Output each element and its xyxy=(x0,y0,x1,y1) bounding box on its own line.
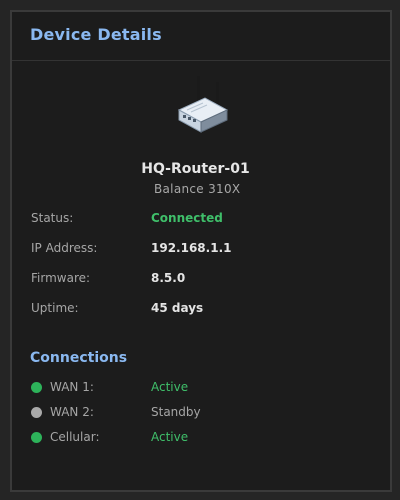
connection-label: Cellular: xyxy=(50,430,100,444)
connections-title: Connections xyxy=(30,350,128,366)
status-dot-icon xyxy=(31,432,42,443)
connection-state: Standby xyxy=(151,405,201,419)
status-label: Status: xyxy=(31,211,74,225)
status-value: Connected xyxy=(151,211,223,225)
ip-address-label: IP Address: xyxy=(31,241,98,255)
uptime-label: Uptime: xyxy=(31,301,79,315)
status-dot-icon xyxy=(31,382,42,393)
connection-label: WAN 1: xyxy=(50,380,94,394)
firmware-value: 8.5.0 xyxy=(151,271,186,285)
device-details-panel: Device Details HQ-Router-01 Balance 310X… xyxy=(10,10,392,492)
firmware-label: Firmware: xyxy=(31,271,91,285)
status-dot-icon xyxy=(31,407,42,418)
panel-title: Device Details xyxy=(30,25,162,44)
connection-state: Active xyxy=(151,430,189,444)
header-divider xyxy=(12,60,390,61)
connection-label: WAN 2: xyxy=(50,405,94,419)
uptime-value: 45 days xyxy=(151,301,204,315)
ip-address-value: 192.168.1.1 xyxy=(151,241,232,255)
device-model: Balance 310X xyxy=(154,182,241,196)
device-name: HQ-Router-01 xyxy=(141,161,250,177)
connection-state: Active xyxy=(151,380,189,394)
router-icon xyxy=(177,76,229,133)
